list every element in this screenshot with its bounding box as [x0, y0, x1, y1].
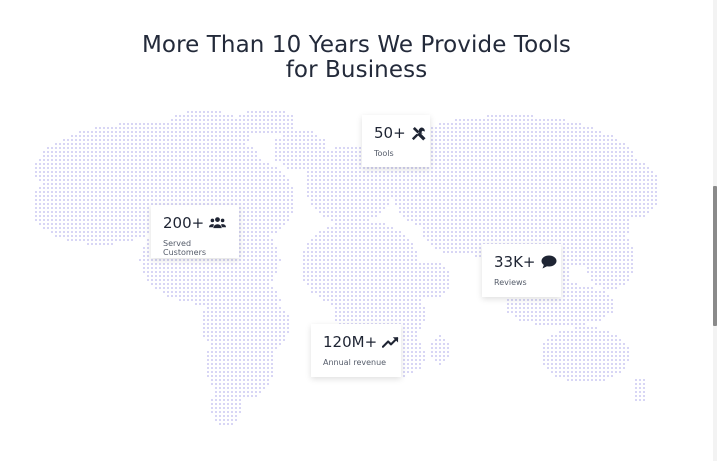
- stat-label-revenue: Annual revenue: [323, 358, 387, 367]
- stat-label-reviews: Reviews: [494, 278, 527, 287]
- users-icon: [209, 216, 227, 230]
- tools-icon: [411, 126, 426, 141]
- stat-value-reviews: 33K+: [494, 253, 536, 271]
- scrollbar-thumb[interactable]: [713, 186, 717, 326]
- comment-icon: [541, 255, 557, 269]
- stat-label-tools: Tools: [374, 149, 394, 158]
- stat-card-reviews: 33K+ Reviews: [482, 244, 561, 297]
- stat-value-customers: 200+: [163, 214, 205, 232]
- stat-label-customers: Served Customers: [163, 239, 207, 257]
- stat-card-revenue: 120M+ Annual revenue: [311, 324, 401, 377]
- stat-card-customers: 200+ Served Customers: [151, 205, 239, 258]
- stat-value-tools: 50+: [374, 124, 406, 142]
- page-title-line-2: for Business: [285, 57, 428, 83]
- page-title: More Than 10 Years We Provide Tools for …: [0, 33, 713, 83]
- stat-value-revenue: 120M+: [323, 333, 378, 351]
- page-title-line-1: More Than 10 Years We Provide Tools: [141, 32, 572, 58]
- trending-up-icon: [382, 335, 399, 349]
- stat-card-tools: 50+ Tools: [362, 115, 430, 167]
